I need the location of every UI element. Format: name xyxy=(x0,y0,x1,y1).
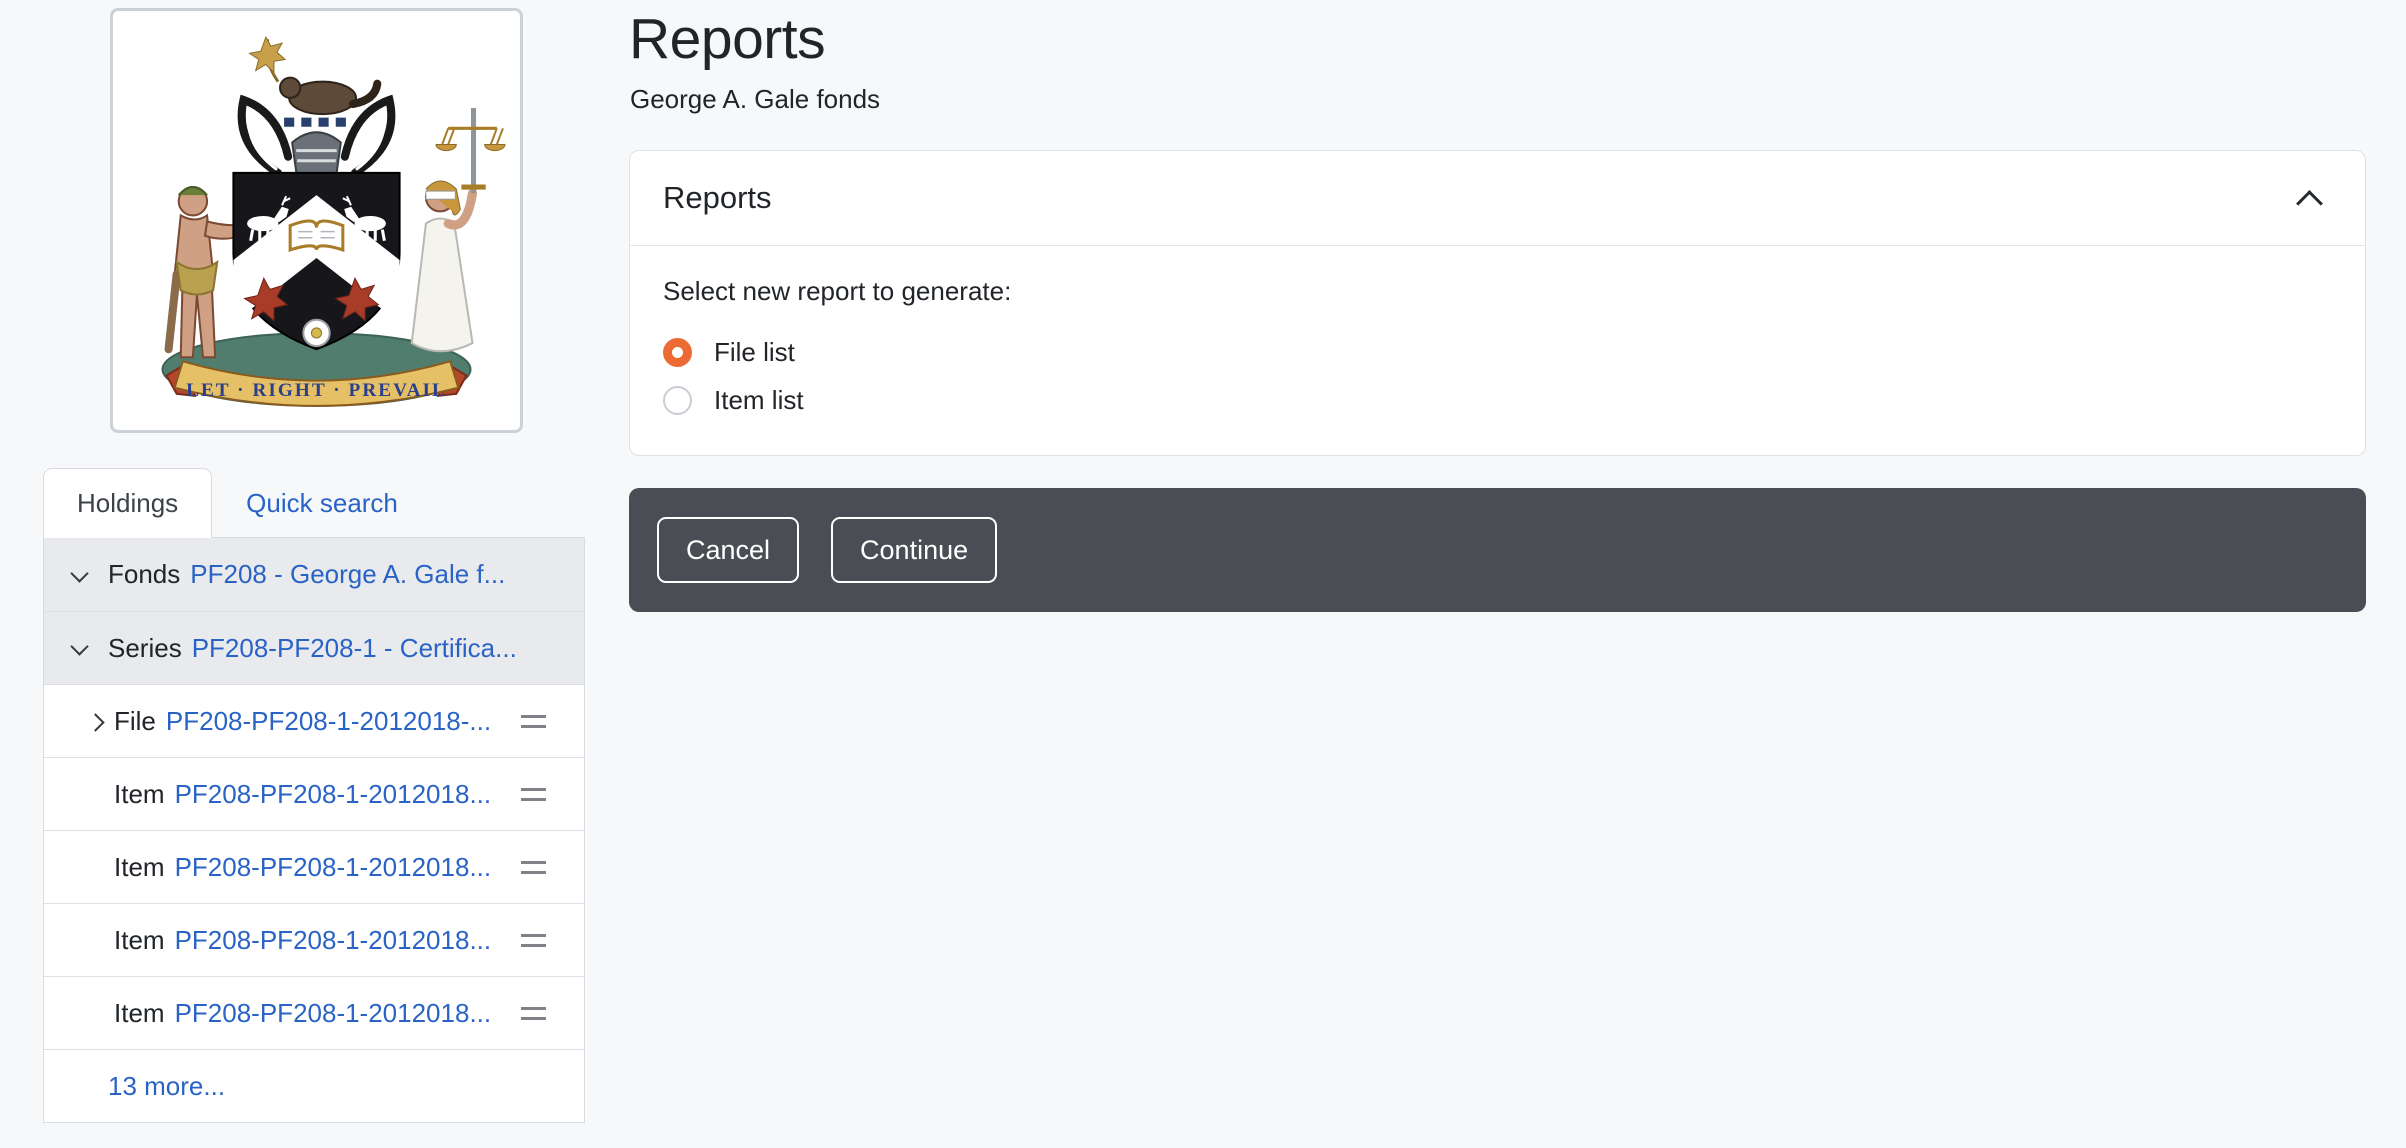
option-item-list[interactable]: Item list xyxy=(663,376,2332,424)
tree-row: Fonds PF208 - George A. Gale f... xyxy=(44,538,584,611)
tree-row-link[interactable]: PF208-PF208-1-2012018... xyxy=(175,925,492,956)
tree-row-link[interactable]: PF208 - George A. Gale f... xyxy=(190,559,505,590)
sidebar-tabs: Holdings Quick search xyxy=(43,468,432,538)
tree-row-link[interactable]: PF208-PF208-1-2012018... xyxy=(175,779,492,810)
option-file-list[interactable]: File list xyxy=(663,328,2332,376)
tree-row: Item PF208-PF208-1-2012018... xyxy=(44,830,584,903)
drag-handle-icon[interactable] xyxy=(521,715,546,728)
option-file-list-label: File list xyxy=(714,337,795,368)
page-subtitle: George A. Gale fonds xyxy=(630,84,880,115)
tab-holdings[interactable]: Holdings xyxy=(43,468,212,538)
tree-row-type: Item xyxy=(114,998,165,1029)
actions-bar: Cancel Continue xyxy=(629,488,2366,612)
tree-row: Item PF208-PF208-1-2012018... xyxy=(44,903,584,976)
tree-row-link[interactable]: PF208-PF208-1-2012018-... xyxy=(166,706,491,737)
crest-motto: LET · RIGHT · PREVAIL xyxy=(186,380,447,401)
drag-handle-icon[interactable] xyxy=(521,1007,546,1020)
tree-row-type: File xyxy=(114,706,156,737)
radio-file-list[interactable] xyxy=(663,338,692,367)
tree-row-link[interactable]: 13 more... xyxy=(108,1071,225,1102)
reports-panel-body: Select new report to generate: File list… xyxy=(630,246,2365,424)
drag-handle-icon[interactable] xyxy=(521,861,546,874)
tree-row-type: Item xyxy=(114,779,165,810)
tree-row-type: Fonds xyxy=(108,559,180,590)
tree-row: 13 more... xyxy=(44,1049,584,1122)
report-type-prompt: Select new report to generate: xyxy=(663,276,2332,307)
tab-holdings-label: Holdings xyxy=(77,488,178,519)
continue-button[interactable]: Continue xyxy=(831,517,997,583)
reports-panel: Reports Select new report to generate: F… xyxy=(629,150,2366,456)
drag-handle-icon[interactable] xyxy=(521,788,546,801)
drag-handle-icon[interactable] xyxy=(521,934,546,947)
tree-row-type: Item xyxy=(114,925,165,956)
radio-item-list[interactable] xyxy=(663,386,692,415)
tree-row: Item PF208-PF208-1-2012018... xyxy=(44,757,584,830)
page-title: Reports xyxy=(629,6,825,72)
holdings-tree: Fonds PF208 - George A. Gale f... Series… xyxy=(43,537,585,1123)
chevron-icon[interactable] xyxy=(86,710,108,732)
tree-row-link[interactable]: PF208-PF208-1-2012018... xyxy=(175,998,492,1029)
tree-row-type: Series xyxy=(108,633,182,664)
tree-row-link[interactable]: PF208-PF208-1-2012018... xyxy=(175,852,492,883)
tree-row: File PF208-PF208-1-2012018-... xyxy=(44,684,584,757)
chevron-icon[interactable] xyxy=(69,564,91,586)
crest-image: LET · RIGHT · PREVAIL xyxy=(110,8,523,433)
tab-quick-search-label: Quick search xyxy=(246,488,398,519)
coat-of-arms-icon: LET · RIGHT · PREVAIL xyxy=(124,22,509,419)
chevron-icon[interactable] xyxy=(69,637,91,659)
tree-row-type: Item xyxy=(114,852,165,883)
cancel-button[interactable]: Cancel xyxy=(657,517,799,583)
app: LET · RIGHT · PREVAIL Holdings Quick sea… xyxy=(0,0,2406,1148)
reports-panel-header[interactable]: Reports xyxy=(630,151,2365,246)
tree-row-link[interactable]: PF208-PF208-1 - Certifica... xyxy=(192,633,517,664)
chevron-up-icon[interactable] xyxy=(2293,182,2325,214)
tree-row: Item PF208-PF208-1-2012018... xyxy=(44,976,584,1049)
reports-panel-title: Reports xyxy=(663,180,772,216)
option-item-list-label: Item list xyxy=(714,385,804,416)
tab-quick-search[interactable]: Quick search xyxy=(212,468,432,538)
tree-row: Series PF208-PF208-1 - Certifica... xyxy=(44,611,584,684)
